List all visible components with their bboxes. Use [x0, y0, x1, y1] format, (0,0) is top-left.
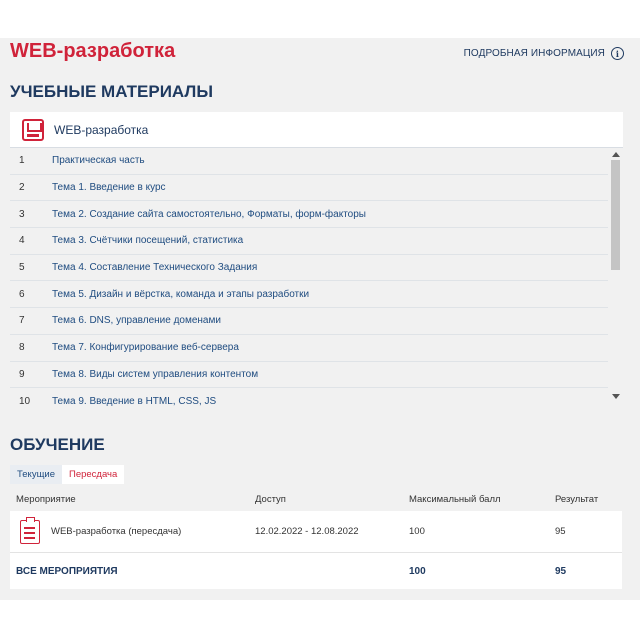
column-max-score: Максимальный балл [409, 493, 501, 505]
materials-scrollbar[interactable] [609, 148, 623, 411]
item-link[interactable]: Тема 4. Составление Технического Задания [52, 262, 257, 273]
item-link[interactable]: Практическая часть [52, 155, 145, 166]
item-number: 5 [19, 262, 25, 274]
column-result: Результат [555, 493, 599, 505]
tab-current[interactable]: Текущие [10, 465, 62, 484]
materials-list-item[interactable]: 10 Тема 9. Введение в HTML, CSS, JS [10, 388, 608, 411]
materials-list-item[interactable]: 2 Тема 1. Введение в курс [10, 175, 608, 202]
floppy-book-icon [22, 118, 44, 141]
item-link[interactable]: Тема 1. Введение в курс [52, 182, 166, 193]
item-number: 7 [19, 315, 25, 327]
access-cell: 12.02.2022 - 12.08.2022 [255, 526, 359, 537]
item-number: 1 [19, 155, 25, 167]
training-table: Мероприятие Доступ Максимальный балл Рез… [10, 487, 622, 589]
event-name[interactable]: WEB-разработка (пересдача) [51, 526, 181, 537]
materials-heading: УЧЕБНЫЕ МАТЕРИАЛЫ [10, 82, 213, 101]
materials-list-item[interactable]: 9 Тема 8. Виды систем управления контент… [10, 362, 608, 389]
item-link[interactable]: Тема 5. Дизайн и вёрстка, команда и этап… [52, 289, 309, 300]
item-number: 6 [19, 288, 25, 300]
materials-list-item[interactable]: 4 Тема 3. Счётчики посещений, статистика [10, 228, 608, 255]
item-link[interactable]: Тема 9. Введение в HTML, CSS, JS [52, 396, 216, 407]
materials-list: 1 Практическая часть 2 Тема 1. Введение … [10, 148, 623, 411]
item-number: 4 [19, 235, 25, 247]
table-footer: ВСЕ МЕРОПРИЯТИЯ 100 95 [10, 553, 622, 589]
item-link[interactable]: Тема 6. DNS, управление доменами [52, 315, 221, 326]
info-icon: i [611, 47, 624, 60]
item-number: 9 [19, 368, 25, 380]
scroll-thumb[interactable] [611, 160, 620, 270]
item-link[interactable]: Тема 3. Счётчики посещений, статистика [52, 235, 243, 246]
materials-panel-title: WEB-разработка [54, 122, 149, 137]
page-title: WEB-разработка [10, 40, 176, 62]
table-header: Мероприятие Доступ Максимальный балл Рез… [10, 487, 622, 511]
item-number: 2 [19, 182, 25, 194]
item-link[interactable]: Тема 7. Конфигурирование веб-сервера [52, 342, 239, 353]
column-access: Доступ [255, 493, 286, 505]
item-number: 3 [19, 208, 25, 220]
event-cell[interactable]: WEB-разработка (пересдача) [10, 516, 255, 544]
item-link[interactable]: Тема 8. Виды систем управления контентом [52, 369, 258, 380]
training-heading: ОБУЧЕНИЕ [10, 435, 105, 454]
training-tabs: Текущие Пересдача [10, 465, 125, 484]
all-events-label: ВСЕ МЕРОПРИЯТИЯ [16, 565, 118, 577]
max-score-cell: 100 [409, 526, 425, 537]
column-event: Мероприятие [16, 493, 76, 505]
details-link-label: ПОДРОБНАЯ ИНФОРМАЦИЯ [463, 48, 605, 59]
item-number: 10 [19, 395, 31, 407]
scroll-down-arrow-icon[interactable] [612, 394, 620, 399]
materials-list-item[interactable]: 7 Тема 6. DNS, управление доменами [10, 308, 608, 335]
result-cell: 95 [555, 526, 566, 537]
materials-list-item[interactable]: 3 Тема 2. Создание сайта самостоятельно,… [10, 201, 608, 229]
total-max-score: 100 [409, 565, 426, 577]
tab-retake[interactable]: Пересдача [61, 465, 125, 484]
materials-list-item[interactable]: 8 Тема 7. Конфигурирование веб-сервера [10, 335, 608, 362]
materials-panel: WEB-разработка 1 Практическая часть 2 Те… [10, 112, 623, 412]
item-number: 8 [19, 342, 25, 354]
details-link[interactable]: ПОДРОБНАЯ ИНФОРМАЦИЯ i [464, 47, 624, 60]
materials-list-item[interactable]: 6 Тема 5. Дизайн и вёрстка, команда и эт… [10, 281, 608, 309]
course-page: WEB-разработка ПОДРОБНАЯ ИНФОРМАЦИЯ i УЧ… [0, 38, 640, 600]
clipboard-checklist-icon [20, 516, 40, 544]
materials-list-item[interactable]: 1 Практическая часть [10, 148, 608, 175]
item-link[interactable]: Тема 2. Создание сайта самостоятельно, Ф… [52, 209, 366, 220]
total-result: 95 [555, 565, 567, 577]
materials-list-item[interactable]: 5 Тема 4. Составление Технического Задан… [10, 255, 608, 282]
table-row[interactable]: WEB-разработка (пересдача) 12.02.2022 - … [10, 511, 622, 553]
materials-panel-header[interactable]: WEB-разработка [10, 112, 623, 148]
scroll-up-arrow-icon[interactable] [612, 152, 620, 157]
